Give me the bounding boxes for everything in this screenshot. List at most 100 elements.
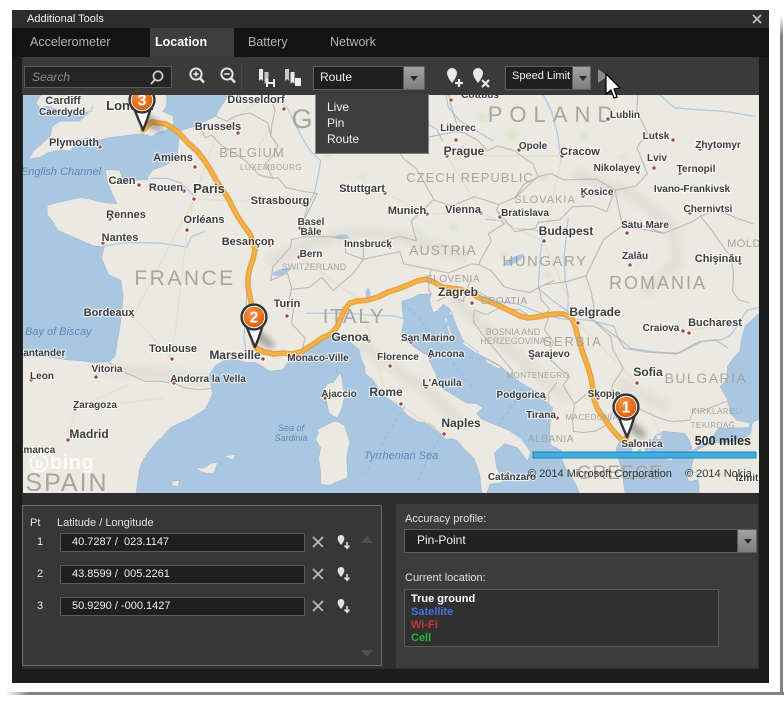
svg-text:Brussels: Brussels: [195, 121, 241, 133]
svg-text:LUXEMBOURG: LUXEMBOURG: [240, 163, 302, 172]
svg-text:Bay of Biscay: Bay of Biscay: [25, 326, 93, 338]
svg-text:Düsseldorf: Düsseldorf: [227, 95, 285, 106]
svg-text:500 miles: 500 miles: [695, 434, 751, 448]
svg-text:Santander: Santander: [23, 348, 66, 359]
svg-text:Marseille: Marseille: [209, 348, 261, 362]
svg-text:English Channel: English Channel: [23, 166, 102, 178]
svg-text:BELGIUM: BELGIUM: [219, 145, 285, 160]
svg-text:Besançon: Besançon: [222, 236, 275, 248]
svg-text:3: 3: [138, 95, 147, 110]
svg-text:POLAND: POLAND: [488, 102, 620, 127]
svg-text:© 2014 Nokia: © 2014 Nokia: [685, 468, 753, 480]
svg-text:Lublin: Lublin: [610, 110, 640, 121]
svg-text:Cardiff: Cardiff: [45, 95, 81, 107]
svg-text:ITALY: ITALY: [323, 306, 386, 328]
svg-text:Opole: Opole: [519, 141, 548, 152]
svg-text:Amiens: Amiens: [153, 152, 193, 164]
svg-text:Zalău: Zalău: [622, 251, 648, 262]
svg-text:Toulouse: Toulouse: [149, 343, 197, 355]
svg-text:ROMANIA: ROMANIA: [609, 273, 707, 293]
svg-text:FRANCE: FRANCE: [134, 267, 235, 290]
svg-text:SLOVAKIA: SLOVAKIA: [514, 194, 576, 206]
svg-text:Salonica: Salonica: [621, 439, 663, 450]
svg-text:SERBIA: SERBIA: [543, 334, 603, 349]
svg-text:Orléans: Orléans: [184, 214, 225, 226]
svg-text:MACEDONIA: MACEDONIA: [566, 413, 619, 422]
svg-text:Bern: Bern: [300, 249, 323, 260]
svg-text:Tirana: Tirana: [526, 410, 556, 421]
svg-text:Zhytomyr: Zhytomyr: [695, 140, 741, 151]
svg-text:Bordeaux: Bordeaux: [84, 307, 136, 319]
svg-text:G: G: [291, 104, 312, 134]
svg-text:AUSTRIA: AUSTRIA: [409, 242, 477, 258]
svg-text:HUNGARY: HUNGARY: [502, 253, 587, 270]
svg-text:Rennes: Rennes: [106, 209, 146, 221]
svg-text:Sardinia: Sardinia: [274, 433, 307, 443]
svg-text:KIRKLARELI: KIRKLARELI: [691, 407, 742, 416]
svg-text:Plymouth: Plymouth: [49, 137, 99, 149]
svg-text:Sea of: Sea of: [278, 423, 306, 433]
svg-text:Kosice: Kosice: [581, 187, 614, 198]
svg-text:Sofia: Sofia: [633, 365, 663, 379]
svg-text:Ajaccio: Ajaccio: [321, 389, 357, 400]
svg-text:SWITZERLAND: SWITZERLAND: [282, 262, 347, 272]
svg-text:Stuttgart: Stuttgart: [339, 183, 385, 195]
svg-text:CROATIA: CROATIA: [480, 296, 527, 307]
svg-text:SLOVENIA: SLOVENIA: [426, 274, 480, 285]
svg-text:Leon: Leon: [30, 371, 54, 382]
svg-text:Munich: Munich: [388, 205, 427, 217]
svg-text:L'Aquila: L'Aquila: [422, 378, 461, 389]
svg-text:Zagreb: Zagreb: [438, 285, 478, 299]
svg-text:Bratislava: Bratislava: [501, 208, 549, 219]
svg-text:Strasbourg: Strasbourg: [251, 195, 310, 207]
svg-text:Bâle: Bâle: [300, 227, 322, 238]
svg-text:MOLDOVA: MOLDOVA: [727, 238, 759, 250]
svg-text:Genoa: Genoa: [331, 330, 369, 344]
svg-text:Caen: Caen: [109, 175, 136, 187]
svg-text:BULGARIA: BULGARIA: [665, 370, 748, 386]
svg-text:Liberec: Liberec: [440, 123, 476, 134]
svg-text:Chernivtsi: Chernivtsi: [684, 204, 733, 215]
svg-text:San Marino: San Marino: [401, 333, 455, 344]
svg-text:TEKIRDAĞ: TEKIRDAĞ: [691, 421, 736, 430]
svg-text:Vitoria: Vitoria: [92, 364, 123, 375]
svg-text:Rouen: Rouen: [149, 182, 184, 194]
svg-text:Ivano-Frankivsk: Ivano-Frankivsk: [654, 184, 731, 195]
svg-text:b: b: [35, 456, 43, 471]
svg-text:Cracow: Cracow: [560, 146, 600, 158]
svg-text:Rome: Rome: [369, 385, 403, 399]
svg-text:Chişinău: Chişinău: [695, 253, 741, 265]
svg-text:Budapest: Budapest: [539, 224, 594, 238]
svg-text:Nikolayev: Nikolayev: [594, 163, 641, 174]
svg-text:ALBANIA: ALBANIA: [528, 434, 574, 445]
svg-text:Vienna: Vienna: [445, 204, 482, 216]
svg-text:Bucharest: Bucharest: [688, 317, 742, 329]
svg-text:1: 1: [622, 400, 631, 417]
svg-text:© 2014 Microsoft Corporation: © 2014 Microsoft Corporation: [528, 468, 672, 480]
svg-text:Naples: Naples: [441, 416, 481, 430]
svg-text:MONTENEGRO: MONTENEGRO: [506, 371, 569, 380]
svg-text:Belgrade: Belgrade: [569, 305, 621, 319]
svg-text:Cottbus: Cottbus: [461, 95, 499, 101]
svg-text:Satu Mare: Satu Mare: [621, 220, 669, 231]
svg-text:Innsbruck: Innsbruck: [344, 239, 392, 250]
svg-text:Tyrrhenian Sea: Tyrrhenian Sea: [364, 450, 438, 462]
svg-text:Prague: Prague: [444, 144, 485, 158]
svg-text:CZECH REPUBLIC: CZECH REPUBLIC: [406, 170, 533, 185]
svg-text:Ancona: Ancona: [428, 349, 465, 360]
svg-text:Podgorica: Podgorica: [497, 390, 546, 401]
svg-text:Andorra la Vella: Andorra la Vella: [170, 374, 246, 385]
svg-text:Craiova: Craiova: [643, 323, 680, 334]
svg-text:Ternopil: Ternopil: [677, 164, 716, 175]
svg-text:Nantes: Nantes: [102, 232, 139, 244]
svg-text:HERZEGOVINA: HERZEGOVINA: [480, 336, 546, 346]
svg-text:Florence: Florence: [377, 352, 419, 363]
svg-text:Monaco-Ville: Monaco-Ville: [287, 353, 349, 364]
svg-text:Turin: Turin: [274, 298, 301, 310]
svg-text:Paris: Paris: [193, 181, 225, 196]
svg-text:Sarajevo: Sarajevo: [528, 349, 570, 360]
svg-text:Lutsk: Lutsk: [643, 131, 670, 142]
svg-text:Caerdydd: Caerdydd: [39, 107, 85, 118]
svg-text:2: 2: [250, 310, 259, 327]
svg-text:Zaragoza: Zaragoza: [73, 400, 117, 411]
